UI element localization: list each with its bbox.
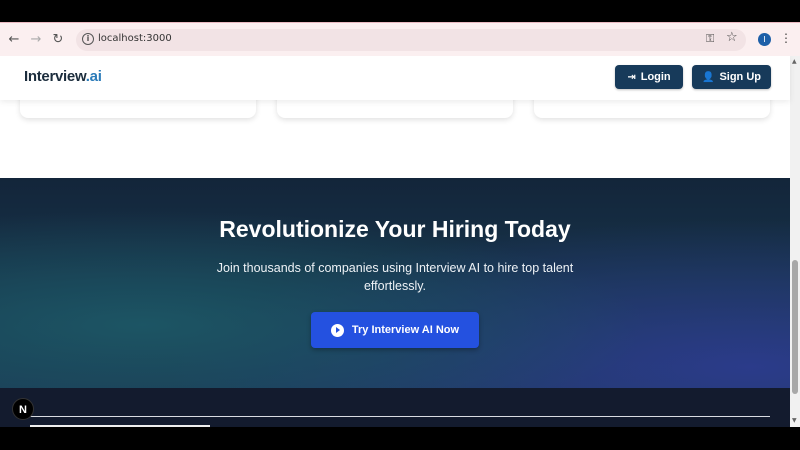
logo-text: Interview bbox=[24, 68, 86, 85]
profile-avatar[interactable]: I bbox=[758, 33, 771, 46]
try-now-button[interactable]: Try Interview AI Now bbox=[311, 312, 479, 348]
top-black-bar bbox=[0, 0, 800, 22]
scrollbar-thumb[interactable] bbox=[792, 260, 798, 394]
bookmark-star-icon[interactable]: ☆ bbox=[726, 30, 738, 45]
cta-title: Revolutionize Your Hiring Today bbox=[219, 216, 571, 242]
login-button[interactable]: ⇥ Login bbox=[615, 65, 683, 89]
login-label: Login bbox=[640, 71, 671, 83]
footer-divider bbox=[30, 416, 770, 417]
browser-toolbar: ← → ↻ i localhost:3000 ⚿ ☆ I ⋮ bbox=[0, 22, 800, 56]
cta-section: Revolutionize Your Hiring Today Join tho… bbox=[0, 178, 790, 388]
scroll-up-icon[interactable]: ▲ bbox=[792, 58, 797, 65]
site-footer bbox=[0, 388, 790, 427]
password-key-icon[interactable]: ⚿ bbox=[706, 32, 714, 46]
back-icon[interactable]: ← bbox=[6, 32, 22, 48]
address-bar[interactable]: i localhost:3000 bbox=[76, 29, 746, 51]
forward-icon[interactable]: → bbox=[28, 32, 44, 48]
menu-kebab-icon[interactable]: ⋮ bbox=[780, 31, 792, 45]
signup-button[interactable]: 👤 Sign Up bbox=[692, 65, 771, 89]
login-icon: ⇥ bbox=[627, 71, 636, 83]
scroll-down-icon[interactable]: ▼ bbox=[792, 417, 797, 424]
signup-label: Sign Up bbox=[719, 71, 761, 83]
logo-suffix: .ai bbox=[85, 68, 102, 85]
cta-subtitle: Join thousands of companies using Interv… bbox=[216, 261, 574, 293]
bottom-black-bar bbox=[0, 427, 800, 450]
reload-icon[interactable]: ↻ bbox=[50, 32, 66, 48]
play-circle-icon bbox=[330, 323, 344, 337]
user-plus-icon: 👤 bbox=[701, 71, 715, 83]
site-logo[interactable]: Interview.ai bbox=[24, 68, 102, 85]
nextjs-dev-badge[interactable]: N bbox=[12, 398, 34, 420]
url-text[interactable]: localhost:3000 bbox=[98, 33, 172, 44]
page-viewport: Interview.ai ⇥ Login 👤 Sign Up Revolutio… bbox=[0, 56, 800, 427]
site-header: Interview.ai ⇥ Login 👤 Sign Up bbox=[0, 56, 790, 100]
try-now-label: Try Interview AI Now bbox=[351, 324, 460, 336]
site-info-icon[interactable]: i bbox=[82, 33, 94, 45]
page-scrollbar[interactable]: ▲ ▼ bbox=[790, 56, 800, 427]
